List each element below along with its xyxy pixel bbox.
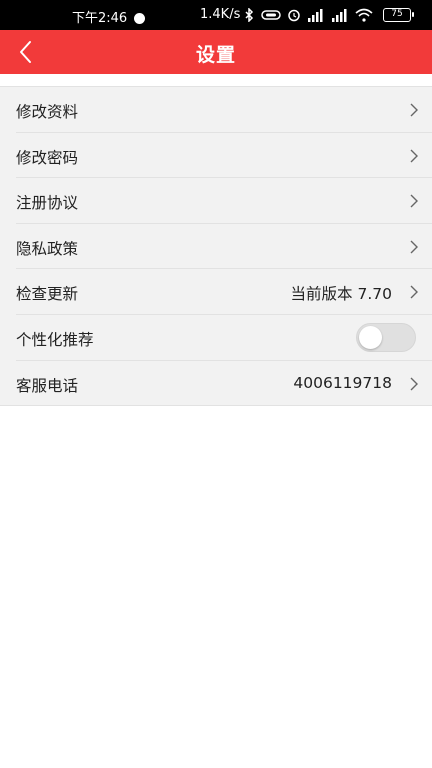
chevron-right-icon: [410, 240, 418, 254]
alarm-icon: [288, 9, 300, 22]
status-icons: [243, 7, 373, 23]
status-time: 下午2:46: [72, 11, 128, 26]
network-speed: 1.4K/s: [200, 7, 241, 22]
settings-row-registration-agreement[interactable]: 注册协议: [16, 178, 432, 224]
row-label: 个性化推荐: [16, 330, 94, 349]
chevron-right-icon: [410, 103, 418, 117]
battery-level: 75: [391, 9, 403, 19]
row-label: 检查更新: [16, 285, 79, 304]
chevron-right-icon: [410, 377, 418, 391]
wifi-icon: [355, 8, 373, 22]
status-bar: 下午2:46 1.4K/s 75: [0, 0, 432, 30]
notification-dot-icon: [134, 13, 145, 24]
customer-service-phone: 4006119718: [293, 373, 392, 392]
chevron-right-icon: [410, 149, 418, 163]
current-version: 当前版本 7.70: [290, 285, 392, 304]
nav-bar: 设置: [0, 30, 432, 74]
settings-row-edit-profile[interactable]: 修改资料: [16, 87, 432, 133]
personalized-recommendation-toggle[interactable]: [356, 322, 416, 352]
signal-hd-icon: [308, 9, 323, 22]
settings-list: 修改资料 修改密码 注册协议 隐私政策 检查更新 当前版本 7.70 个性化推荐…: [0, 86, 432, 407]
toggle-knob: [359, 325, 382, 349]
page-title: 设置: [195, 44, 236, 66]
signal-hd-icon: [332, 9, 347, 22]
chevron-right-icon: [410, 194, 418, 208]
row-label: 修改资料: [16, 103, 79, 121]
bluetooth-icon: [245, 8, 254, 22]
chevron-right-icon: [410, 285, 418, 299]
row-label: 修改密码: [16, 148, 79, 167]
row-label: 客服电话: [16, 376, 79, 395]
spacer: [0, 74, 432, 86]
row-label: 隐私政策: [16, 239, 79, 258]
settings-row-privacy-policy[interactable]: 隐私政策: [16, 224, 432, 270]
settings-row-change-password[interactable]: 修改密码: [16, 133, 432, 179]
row-label: 注册协议: [16, 194, 79, 213]
settings-row-check-update[interactable]: 检查更新 当前版本 7.70: [16, 269, 432, 315]
battery-icon: 75: [383, 8, 414, 22]
settings-row-customer-service[interactable]: 客服电话 4006119718: [0, 361, 432, 407]
settings-row-personalized-recommendation: 个性化推荐: [16, 315, 432, 361]
link-icon: [261, 10, 281, 20]
